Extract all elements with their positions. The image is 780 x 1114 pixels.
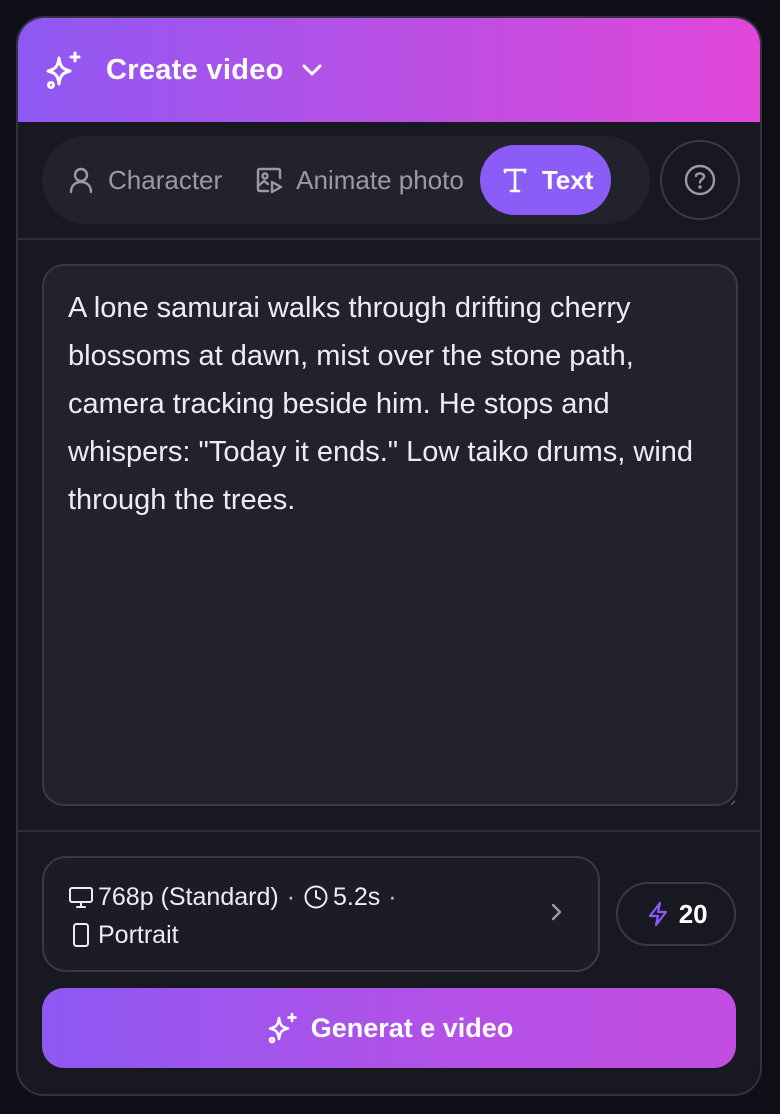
settings-line-1: 768p (Standard) · 5.2s · — [68, 878, 574, 916]
zap-icon — [648, 901, 667, 927]
create-video-panel: Create video Character Animate photo Tex… — [16, 16, 762, 1096]
panel-header[interactable]: Create video — [18, 18, 760, 122]
mode-tabs-row: Character Animate photo Text — [18, 122, 760, 240]
resolution-value: 768p (Standard) — [98, 882, 279, 911]
tab-animate-photo[interactable]: Animate photo — [238, 145, 480, 215]
settings-row: 768p (Standard) · 5.2s · Portrait 20 — [18, 832, 760, 972]
clock-icon — [304, 885, 328, 909]
panel-title: Create video — [106, 53, 284, 86]
tab-text[interactable]: Text — [479, 145, 612, 215]
tab-text-label: Text — [541, 164, 594, 195]
chevron-down-icon[interactable] — [298, 56, 326, 84]
help-circle-icon — [684, 164, 716, 196]
credits-value: 20 — [678, 898, 708, 929]
tab-character-label: Character — [108, 164, 223, 195]
resize-grip-icon[interactable] — [730, 800, 736, 806]
user-icon — [69, 167, 93, 194]
monitor-icon — [69, 887, 93, 908]
settings-line-2: Portrait — [68, 916, 574, 954]
image-play-icon — [256, 167, 283, 194]
video-settings-button[interactable]: 768p (Standard) · 5.2s · Portrait — [42, 856, 601, 972]
prompt-section: A lone samurai walks through drifting ch… — [18, 240, 760, 832]
text-type-icon — [503, 168, 527, 193]
aspect-value: Portrait — [98, 920, 179, 949]
sparkles-icon — [46, 51, 81, 89]
credits-badge[interactable]: 20 — [616, 882, 736, 946]
smartphone-icon — [73, 923, 89, 947]
chevron-right-icon — [552, 903, 562, 921]
mode-tabs: Character Animate photo Text — [42, 136, 650, 224]
tab-animate-photo-label: Animate photo — [296, 164, 464, 195]
duration-value: 5.2s — [333, 882, 381, 911]
prompt-textarea[interactable]: A lone samurai walks through drifting ch… — [42, 264, 738, 806]
help-button[interactable] — [660, 140, 740, 220]
sparkles-icon — [268, 1012, 297, 1044]
generate-label: Generat e video — [310, 1012, 514, 1043]
separator-dot: · — [286, 882, 296, 911]
separator-dot: · — [388, 882, 397, 911]
generate-video-button[interactable]: Generat e video — [42, 988, 736, 1068]
tab-character[interactable]: Character — [50, 145, 238, 215]
